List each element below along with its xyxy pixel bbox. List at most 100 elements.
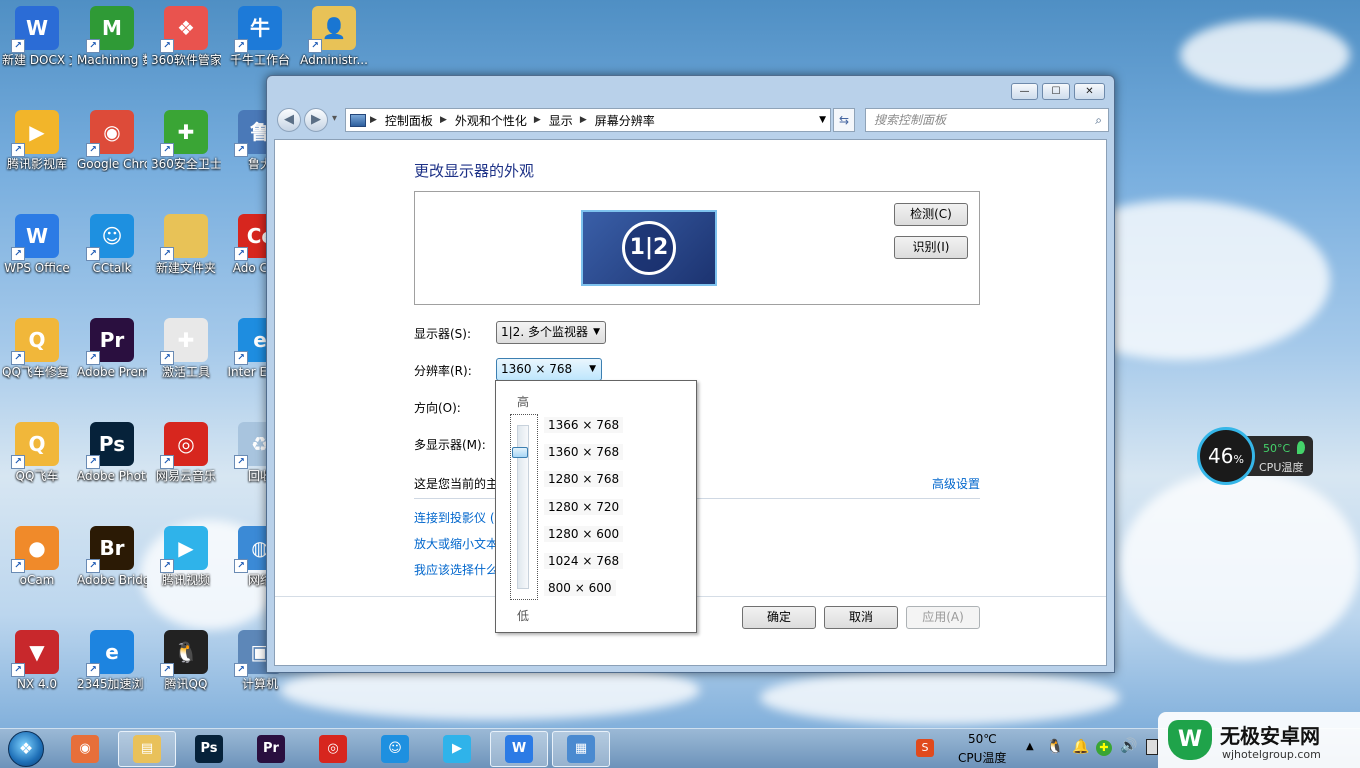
resolution-option[interactable]: 1280 × 600 <box>544 525 624 542</box>
desktop-icon[interactable]: Q↗QQ飞车修复 工具 <box>2 316 72 380</box>
resolution-dropdown[interactable]: 高 1366 × 768 1360 × 768 1280 × 768 1280 × 7… <box>495 380 697 633</box>
shortcut-arrow-icon: ↗ <box>11 559 25 573</box>
resolution-select[interactable]: 1360 × 768 ▼ <box>496 358 602 381</box>
breadcrumb-separator-icon[interactable]: ▶ <box>534 115 541 125</box>
desktop-icon[interactable]: ● ↗ oCam <box>2 524 72 588</box>
desktop-icon[interactable]: ◎ ↗ 网易云音乐 <box>151 420 221 484</box>
360-tray-icon[interactable]: ✚ <box>1096 740 1112 756</box>
start-orb-icon[interactable]: ❖ <box>8 731 44 767</box>
desktop-icon[interactable]: ▶ ↗ 腾讯影视库 <box>2 108 72 172</box>
desktop-icon-label: 新建文件夹 <box>155 261 216 275</box>
address-dropdown-icon[interactable]: ▼ <box>819 115 826 125</box>
breadcrumb-separator-icon[interactable]: ▶ <box>440 115 447 125</box>
taskbar-button[interactable]: ◉ <box>56 731 114 767</box>
desktop-icon[interactable]: M↗Machining 数控仿真... <box>77 4 147 68</box>
desktop-icon[interactable]: e↗2345加速浏 览器 <box>77 628 147 692</box>
display-select[interactable]: 1|2. 多个监视器 ▼ <box>496 321 606 344</box>
taskbar-button[interactable]: ▤ <box>118 731 176 767</box>
shortcut-arrow-icon: ↗ <box>234 663 248 677</box>
desktop-icon-label: QQ飞车 <box>15 469 59 483</box>
resolution-option[interactable]: 1280 × 720 <box>544 498 624 515</box>
desktop-icon[interactable]: ↗ 新建文件夹 <box>151 212 221 276</box>
cctalk-icon: ☺ <box>381 735 409 763</box>
premiere-icon: Pr ↗ <box>86 318 134 365</box>
chevron-down-icon: ▼ <box>589 364 596 374</box>
breadcrumb-separator-icon[interactable]: ▶ <box>370 115 377 125</box>
qq-speed-icon: Q ↗ <box>11 422 59 469</box>
navigation-bar: ◀ ▶ ▾ ▶ 控制面板 ▶ 外观和个性化 ▶ 显示 ▶ 屏幕分辨率 ▼ ⇆ 搜… <box>275 106 1109 134</box>
connect-projector-link[interactable]: 连接到投影仪 ( <box>414 509 495 526</box>
desktop-icon[interactable]: Br↗Adobe Bridge C... <box>77 524 147 588</box>
text-size-link[interactable]: 放大或缩小文本 <box>414 535 498 552</box>
search-icon[interactable]: ⌕ <box>1095 109 1102 131</box>
minimize-button[interactable]: — <box>1011 83 1038 100</box>
desktop-icon[interactable]: W↗新建 DOCX 文档 <box>2 4 72 68</box>
search-input[interactable]: 搜索控制面板 ⌕ <box>865 108 1109 132</box>
resolution-option[interactable]: 1360 × 768 <box>544 444 624 461</box>
slider-thumb-icon[interactable] <box>512 447 528 458</box>
taskbar-button[interactable]: ▶ <box>428 731 486 767</box>
resolution-option[interactable]: 1280 × 768 <box>544 471 624 488</box>
tray-temp[interactable]: 50℃ <box>968 732 997 746</box>
address-bar[interactable]: ▶ 控制面板 ▶ 外观和个性化 ▶ 显示 ▶ 屏幕分辨率 ▼ <box>345 108 831 132</box>
ok-button[interactable]: 确定 <box>742 606 816 629</box>
resolution-option[interactable]: 1024 × 768 <box>544 553 624 569</box>
detect-button[interactable]: 检测(C) <box>894 203 968 226</box>
desktop-icon[interactable]: Pr↗Adobe Premie... <box>77 316 147 380</box>
breadcrumb-screen-resolution[interactable]: 屏幕分辨率 <box>595 112 655 129</box>
desktop-icon[interactable]: ▶ ↗ 腾讯视频 <box>151 524 221 588</box>
close-button[interactable]: ✕ <box>1074 83 1105 100</box>
maximize-button[interactable]: ☐ <box>1042 83 1070 100</box>
desktop-icon[interactable]: 👤 ↗ Administr... <box>299 4 369 68</box>
main-display-text: 这是您当前的主 <box>414 477 499 491</box>
taskbar-button[interactable]: ▦ <box>552 731 610 767</box>
display-value: 1|2. 多个监视器 <box>501 325 588 339</box>
desktop-icon[interactable]: ✚ ↗ 激活工具 <box>151 316 221 380</box>
desktop-icon[interactable]: Q ↗ QQ飞车 <box>2 420 72 484</box>
tray-expand-icon[interactable]: ▲ <box>1026 741 1034 752</box>
breadcrumb-appearance[interactable]: 外观和个性化 <box>455 112 527 129</box>
desktop-icon[interactable]: ▼ ↗ NX 4.0 <box>2 628 72 692</box>
breadcrumb-control-panel[interactable]: 控制面板 <box>385 112 433 129</box>
taskbar-button[interactable]: W <box>490 731 548 767</box>
advanced-settings-link[interactable]: 高级设置 <box>932 475 980 492</box>
bridge-icon: Br ↗ <box>86 526 134 573</box>
tray-temp-label[interactable]: CPU温度 <box>958 749 1006 766</box>
taskbar-button[interactable]: Pr <box>242 731 300 767</box>
desktop-icon[interactable]: ❖ ↗ 360软件管家 <box>151 4 221 68</box>
help-choose-link[interactable]: 我应该选择什么 <box>414 561 498 578</box>
desktop-icon-label: 腾讯视频 <box>161 573 210 587</box>
taskbar-button[interactable]: ☺ <box>366 731 424 767</box>
desktop-icon[interactable]: ◉↗Google Chrome <box>77 108 147 172</box>
desktop-icon[interactable]: 🐧 ↗ 腾讯QQ <box>151 628 221 692</box>
resolution-option[interactable]: 800 × 600 <box>544 580 616 597</box>
history-dropdown-icon[interactable]: ▾ <box>332 113 337 124</box>
breadcrumb-display[interactable]: 显示 <box>549 112 573 129</box>
qq-tray-icon[interactable]: 🐧 <box>1046 739 1063 755</box>
network-tray-icon[interactable] <box>1146 739 1158 755</box>
desktop-icon[interactable]: 牛 ↗ 千牛工作台 <box>225 4 295 68</box>
desktop-icon[interactable]: ✚ ↗ 360安全卫士 <box>151 108 221 172</box>
monitor-icon[interactable]: 1|2 <box>581 210 717 286</box>
ocam-icon: ● ↗ <box>11 526 59 573</box>
desktop-icon[interactable]: ☺ ↗ CCtalk <box>77 212 147 276</box>
identify-button[interactable]: 识别(I) <box>894 236 968 259</box>
shortcut-arrow-icon: ↗ <box>11 247 25 261</box>
resolution-option[interactable]: 1366 × 768 <box>544 417 624 433</box>
taskbar-button[interactable]: Ps <box>180 731 238 767</box>
wps-office-icon: W ↗ <box>11 214 59 261</box>
cancel-button[interactable]: 取消 <box>824 606 898 629</box>
volume-icon[interactable]: 🔊 <box>1120 738 1137 754</box>
breadcrumb-separator-icon[interactable]: ▶ <box>580 115 587 125</box>
forward-button[interactable]: ▶ <box>304 108 328 132</box>
refresh-icon[interactable]: ⇆ <box>833 108 855 132</box>
resolution-slider-track[interactable] <box>510 414 538 600</box>
desktop-icon[interactable]: Ps↗Adobe Photosh... <box>77 420 147 484</box>
notification-icon[interactable]: 🔔 <box>1072 739 1089 755</box>
taskbar-button[interactable]: ◎ <box>304 731 362 767</box>
sogou-input-icon[interactable]: S <box>916 739 934 757</box>
gadget-ring: 46% <box>1197 427 1255 485</box>
desktop-icon[interactable]: W ↗ WPS Office <box>2 212 72 276</box>
cpu-temperature-gadget[interactable]: 46% 50°C CPU温度 <box>1197 427 1315 485</box>
back-button[interactable]: ◀ <box>277 108 301 132</box>
